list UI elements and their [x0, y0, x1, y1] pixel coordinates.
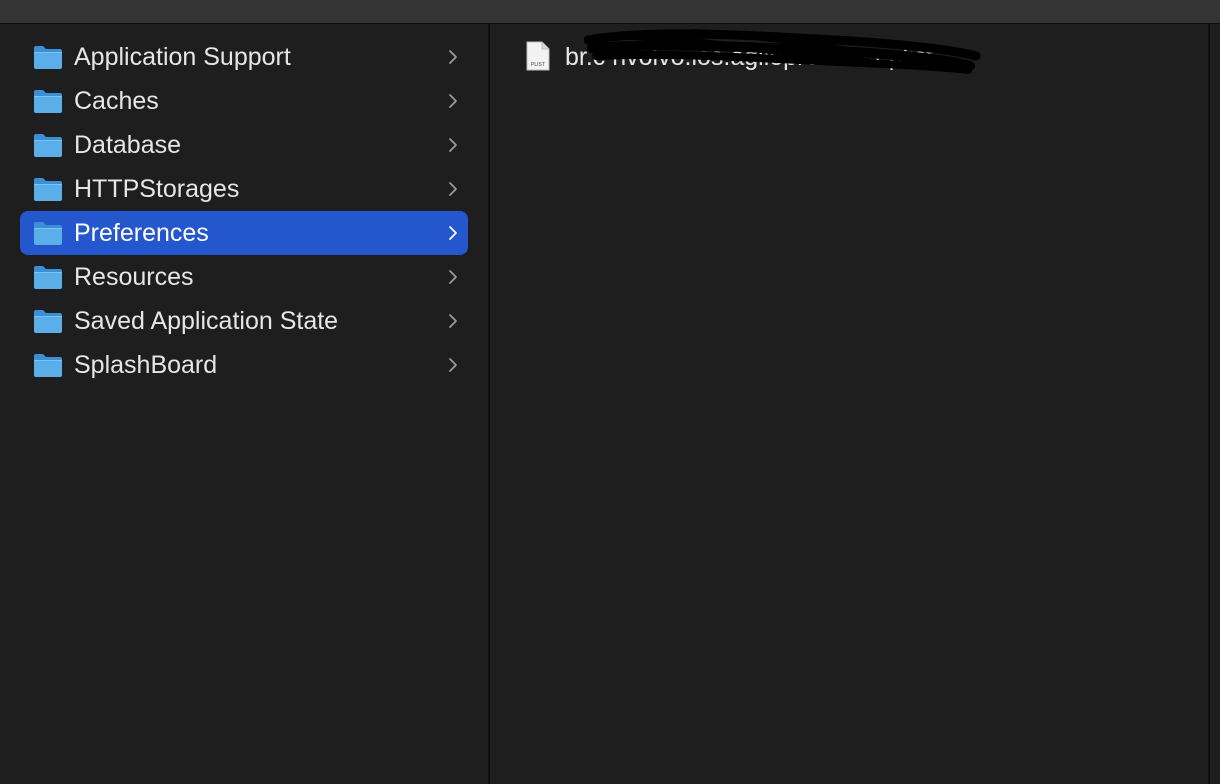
- folder-label: Saved Application State: [74, 307, 339, 335]
- folder-icon: [34, 310, 62, 333]
- folder-icon: [34, 46, 62, 69]
- file-label: br.c nvolvo.ios.agilepromoter.plist: [565, 43, 934, 71]
- folder-icon: [34, 90, 62, 113]
- toolbar: [0, 0, 1220, 24]
- chevron-right-icon: [449, 50, 457, 64]
- folder-row-caches[interactable]: Caches: [20, 79, 468, 123]
- folder-label: Caches: [74, 87, 159, 115]
- chevron-right-icon: [449, 94, 457, 108]
- chevron-right-icon: [449, 226, 457, 240]
- folder-row-application-support[interactable]: Application Support: [20, 35, 468, 79]
- folder-label: SplashBoard: [74, 351, 218, 379]
- chevron-right-icon: [449, 314, 457, 328]
- folder-icon: [34, 354, 62, 377]
- folder-row-database[interactable]: Database: [20, 123, 468, 167]
- column-next: [1210, 24, 1220, 784]
- folder-row-splashboard[interactable]: SplashBoard: [20, 343, 468, 387]
- folder-list: Application Support Caches Database HTTP…: [20, 35, 468, 387]
- finder-window: Application Support Caches Database HTTP…: [0, 0, 1220, 784]
- chevron-right-icon: [449, 182, 457, 196]
- folder-icon: [34, 266, 62, 289]
- plist-file-icon: PLIST: [526, 41, 550, 71]
- folder-label: Preferences: [74, 219, 209, 247]
- folder-label: Application Support: [74, 43, 291, 71]
- folder-icon: [34, 134, 62, 157]
- folder-row-resources[interactable]: Resources: [20, 255, 468, 299]
- folder-label: Database: [74, 131, 182, 159]
- folder-row-httpstorages[interactable]: HTTPStorages: [20, 167, 468, 211]
- folder-label: Resources: [74, 263, 194, 291]
- column-library: Application Support Caches Database HTTP…: [0, 24, 488, 784]
- folder-label: HTTPStorages: [74, 175, 240, 203]
- chevron-right-icon: [449, 138, 457, 152]
- folder-row-preferences[interactable]: Preferences: [20, 211, 468, 255]
- chevron-right-icon: [449, 358, 457, 372]
- folder-icon: [34, 222, 62, 245]
- column-preferences: PLIST br.c nvolvo.ios.agilepromoter.plis…: [490, 24, 1208, 784]
- chevron-right-icon: [449, 270, 457, 284]
- file-icon-caption: PLIST: [531, 62, 545, 68]
- folder-icon: [34, 178, 62, 201]
- file-row-plist[interactable]: PLIST br.c nvolvo.ios.agilepromoter.plis…: [524, 29, 1164, 76]
- folder-row-saved-application-state[interactable]: Saved Application State: [20, 299, 468, 343]
